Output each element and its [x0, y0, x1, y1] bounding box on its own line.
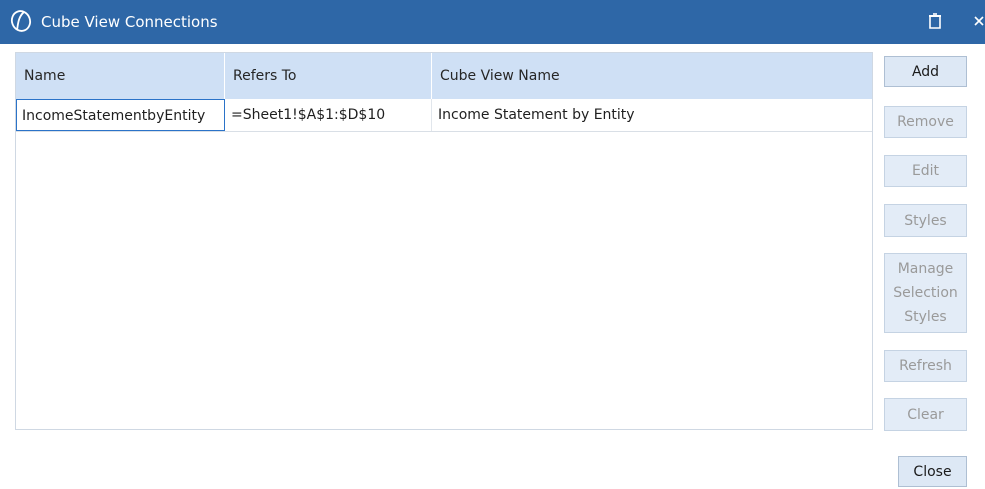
maximize-icon[interactable] — [926, 11, 944, 31]
cell-name[interactable]: IncomeStatementbyEntity — [16, 99, 225, 131]
refresh-button[interactable]: Refresh — [884, 350, 967, 382]
remove-button[interactable]: Remove — [884, 106, 967, 138]
add-button[interactable]: Add — [884, 56, 967, 87]
close-button[interactable]: Close — [898, 456, 967, 487]
styles-button[interactable]: Styles — [884, 204, 967, 237]
window-title: Cube View Connections — [41, 13, 218, 31]
title-bar: Cube View Connections — [0, 0, 985, 44]
column-header-cube-view-name[interactable]: Cube View Name — [432, 53, 872, 99]
table-row[interactable]: IncomeStatementbyEntity =Sheet1!$A$1:$D$… — [16, 99, 872, 132]
close-icon[interactable] — [968, 10, 985, 32]
manage-selection-styles-button[interactable]: Manage Selection Styles — [884, 253, 967, 333]
cell-refers-to[interactable]: =Sheet1!$A$1:$D$10 — [225, 99, 432, 131]
grid-header: Name Refers To Cube View Name — [16, 53, 872, 99]
connections-grid: Name Refers To Cube View Name IncomeStat… — [15, 52, 873, 430]
column-header-name[interactable]: Name — [16, 53, 225, 99]
column-header-refers-to[interactable]: Refers To — [225, 53, 432, 99]
edit-button[interactable]: Edit — [884, 155, 967, 187]
cell-cube-view-name[interactable]: Income Statement by Entity — [432, 99, 872, 131]
onestream-logo-icon — [9, 9, 33, 33]
clear-button[interactable]: Clear — [884, 398, 967, 431]
